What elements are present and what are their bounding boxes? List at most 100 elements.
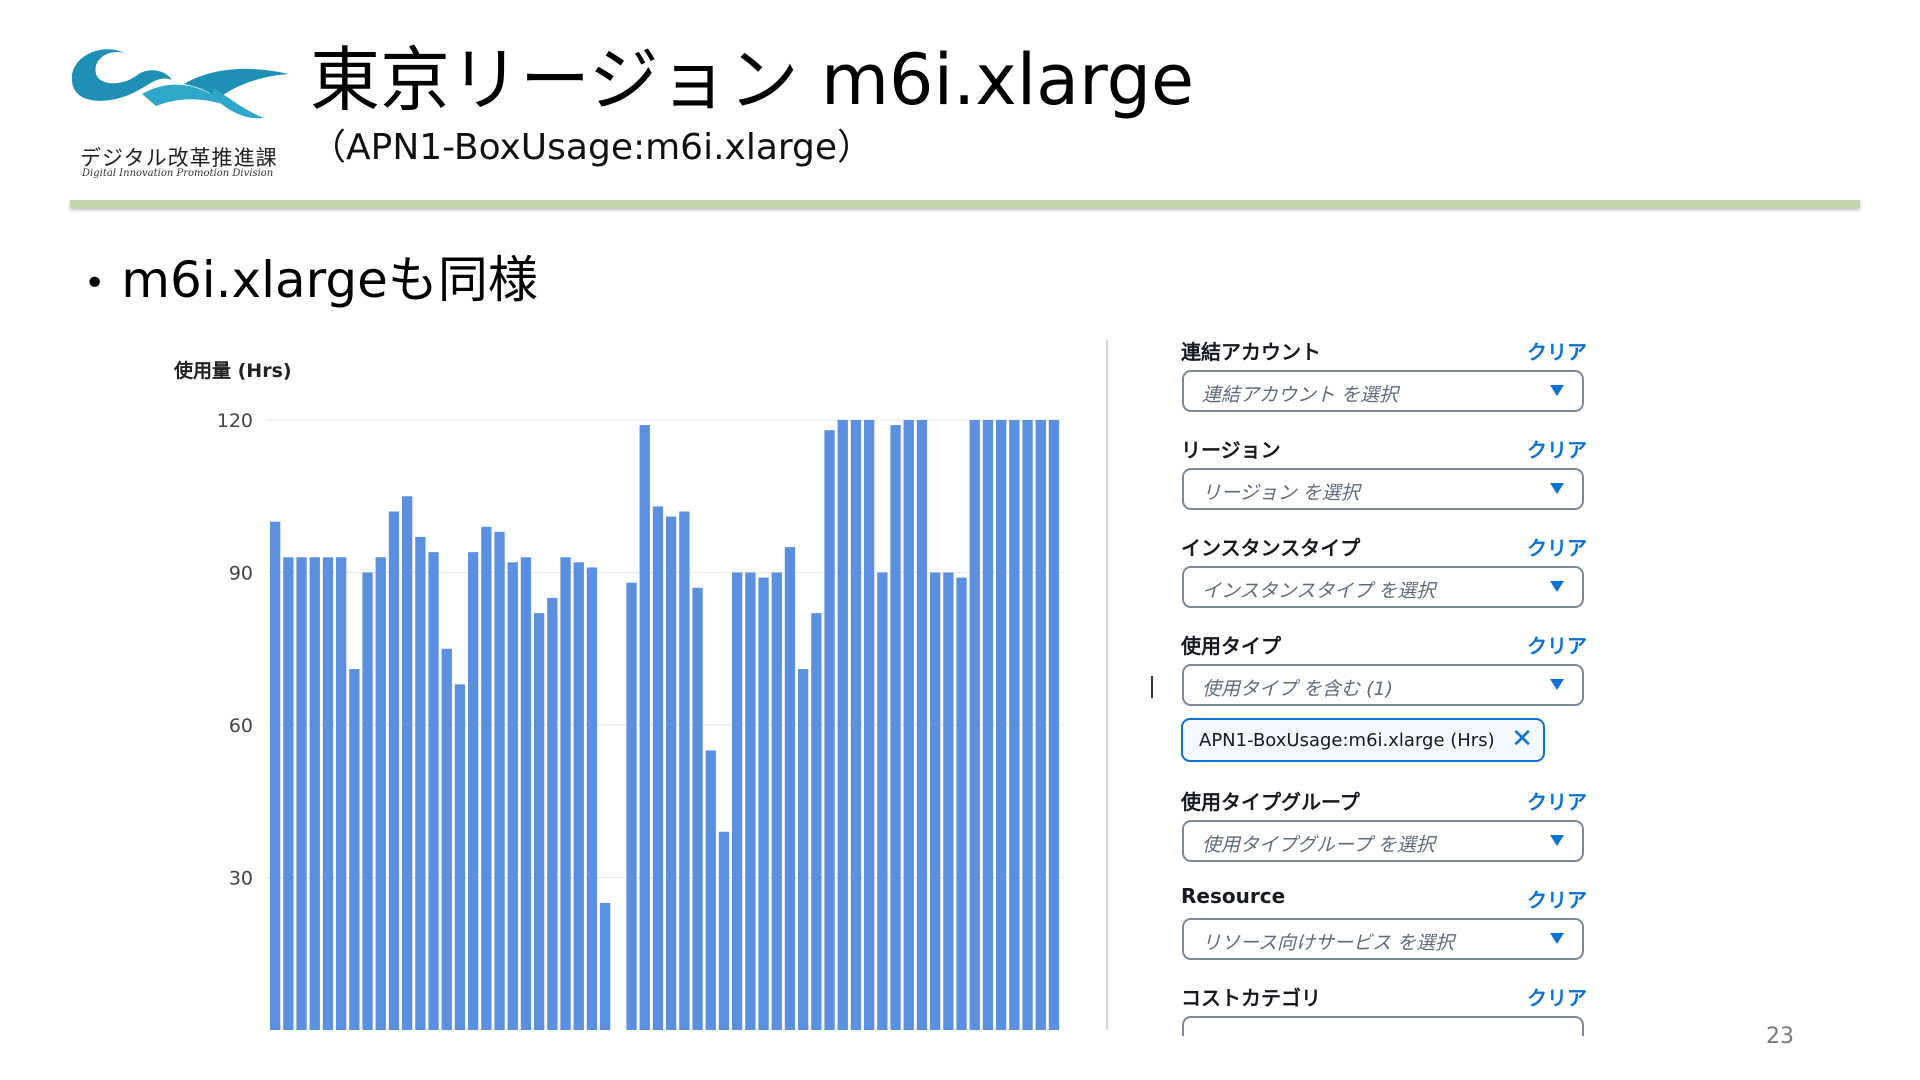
chart-bar[interactable] — [890, 425, 901, 1030]
chart-bar[interactable] — [507, 562, 518, 1030]
chart-bar[interactable] — [468, 552, 479, 1030]
usage-type-placeholder: 使用タイプ を含む (1) — [1202, 678, 1393, 700]
region-select[interactable]: リージョン を選択 — [1182, 468, 1584, 510]
chart-bar[interactable] — [1022, 420, 1033, 1030]
clear-cost-category-button[interactable]: クリア — [1527, 982, 1587, 1011]
bullet-text: m6i.xlargeも同様 — [121, 251, 538, 309]
clear-region-button[interactable]: クリア — [1527, 434, 1587, 463]
chart-bar[interactable] — [850, 420, 862, 1030]
chart-y-tick-label: 60 — [229, 715, 253, 737]
chart-bar[interactable] — [560, 557, 571, 1030]
chart-bar[interactable] — [534, 613, 545, 1030]
remove-token-close-icon[interactable]: ✕ — [1511, 724, 1533, 754]
logo-name-en: Digital Innovation Promotion Division — [82, 168, 274, 179]
chart-bar[interactable] — [402, 496, 413, 1030]
caret-down-icon — [1550, 933, 1564, 944]
chart-bar[interactable] — [454, 684, 466, 1030]
chart-bar[interactable] — [679, 511, 690, 1031]
chart-y-tick-label: 30 — [229, 868, 253, 890]
chart-bar[interactable] — [296, 557, 307, 1030]
chart-bar[interactable] — [771, 572, 782, 1031]
linked-account-select[interactable]: 連結アカウント を選択 — [1182, 370, 1584, 412]
chart-bar[interactable] — [428, 552, 439, 1030]
caret-down-icon — [1550, 483, 1564, 494]
filter-label-cost-category: コストカテゴリ — [1181, 986, 1321, 1010]
chart-bar[interactable] — [520, 557, 532, 1030]
chart-bar[interactable] — [824, 430, 835, 1030]
clear-linked-account-button[interactable]: クリア — [1527, 336, 1587, 365]
chart-bar[interactable] — [441, 648, 452, 1030]
usage-type-group-placeholder: 使用タイプグループ を選択 — [1202, 834, 1435, 856]
chart-bar[interactable] — [758, 577, 769, 1030]
page-number: 23 — [1766, 1024, 1794, 1049]
chart-bar[interactable] — [903, 420, 914, 1030]
chart-bar[interactable] — [877, 572, 888, 1031]
chart-bar[interactable] — [547, 597, 558, 1030]
chart-bar[interactable] — [1035, 420, 1046, 1030]
clear-usage-type-group-button[interactable]: クリア — [1527, 786, 1587, 815]
chart-bar[interactable] — [784, 547, 796, 1030]
chart-bar[interactable] — [362, 572, 373, 1031]
chart-bar[interactable] — [652, 506, 664, 1030]
panel-divider — [1106, 340, 1108, 1030]
chart-bar[interactable] — [494, 531, 505, 1030]
usage-type-select[interactable]: 使用タイプ を含む (1) — [1182, 664, 1584, 706]
chart-bar[interactable] — [415, 536, 426, 1030]
region-placeholder: リージョン を選択 — [1202, 482, 1360, 504]
clear-usage-type-button[interactable]: クリア — [1527, 630, 1587, 659]
chart-bar[interactable] — [666, 516, 677, 1030]
caret-down-icon — [1550, 385, 1564, 396]
chart-bar[interactable] — [600, 902, 611, 1030]
chart-bar[interactable] — [956, 577, 967, 1030]
chart-bar[interactable] — [982, 420, 994, 1030]
chart-bar[interactable] — [283, 557, 294, 1030]
logo: デジタル改革推進課 Digital Innovation Promotion D… — [64, 36, 294, 186]
chart-bar[interactable] — [322, 557, 334, 1030]
instance-type-placeholder: インスタンスタイプ を選択 — [1202, 580, 1436, 602]
chart-bar[interactable] — [798, 669, 809, 1030]
instance-type-select[interactable]: インスタンスタイプ を選択 — [1182, 566, 1584, 608]
filter-label-usage-type-group: 使用タイプグループ — [1181, 790, 1360, 814]
filter-label-usage-type: 使用タイプ — [1181, 634, 1281, 658]
chart-bar[interactable] — [573, 562, 584, 1030]
chart-y-tick-label: 120 — [217, 410, 253, 432]
usage-type-token-label: APN1-BoxUsage:m6i.xlarge (Hrs) — [1199, 730, 1495, 751]
filter-label-region: リージョン — [1181, 438, 1281, 462]
usage-bar-chart: 30 60 90 120 — [217, 410, 1065, 1031]
chart-bar[interactable] — [916, 420, 928, 1030]
chart-bar[interactable] — [375, 557, 386, 1030]
chart-bar[interactable] — [996, 420, 1007, 1030]
chart-bar[interactable] — [864, 420, 875, 1030]
chart-bar[interactable] — [388, 511, 400, 1031]
chart-bar[interactable] — [705, 750, 716, 1030]
resource-select[interactable]: リソース向けサービス を選択 — [1182, 918, 1584, 960]
chart-bar[interactable] — [1048, 420, 1060, 1030]
chart-bar[interactable] — [745, 572, 756, 1031]
chart-bar[interactable] — [481, 526, 492, 1030]
chart-bar[interactable] — [837, 420, 848, 1030]
chart-bar[interactable] — [718, 831, 730, 1030]
clear-instance-type-button[interactable]: クリア — [1527, 532, 1587, 561]
chart-bar[interactable] — [692, 587, 703, 1030]
cost-category-select[interactable] — [1182, 1016, 1584, 1036]
chart-bar[interactable] — [811, 613, 822, 1030]
chart-bar[interactable] — [943, 572, 954, 1031]
clear-resource-button[interactable]: クリア — [1527, 884, 1587, 913]
filter-label-linked-account: 連結アカウント — [1181, 340, 1321, 364]
usage-type-group-select[interactable]: 使用タイプグループ を選択 — [1182, 820, 1584, 862]
chart-bar[interactable] — [1009, 420, 1020, 1030]
bullet-dot-icon: • — [84, 263, 106, 304]
chart-bar[interactable] — [969, 420, 980, 1030]
chart-bar[interactable] — [639, 425, 650, 1030]
resource-placeholder: リソース向けサービス を選択 — [1202, 932, 1455, 954]
chart-bar[interactable] — [732, 572, 743, 1031]
chart-bar[interactable] — [270, 521, 281, 1030]
chart-bar[interactable] — [309, 557, 320, 1030]
chart-bar[interactable] — [349, 669, 360, 1030]
chart-bar[interactable] — [586, 567, 598, 1030]
filter-label-instance-type: インスタンスタイプ — [1181, 536, 1361, 560]
chart-bar[interactable] — [930, 572, 941, 1031]
filter-label-resource: Resource — [1181, 884, 1286, 908]
chart-bar[interactable] — [336, 557, 347, 1030]
chart-bar[interactable] — [626, 582, 637, 1030]
